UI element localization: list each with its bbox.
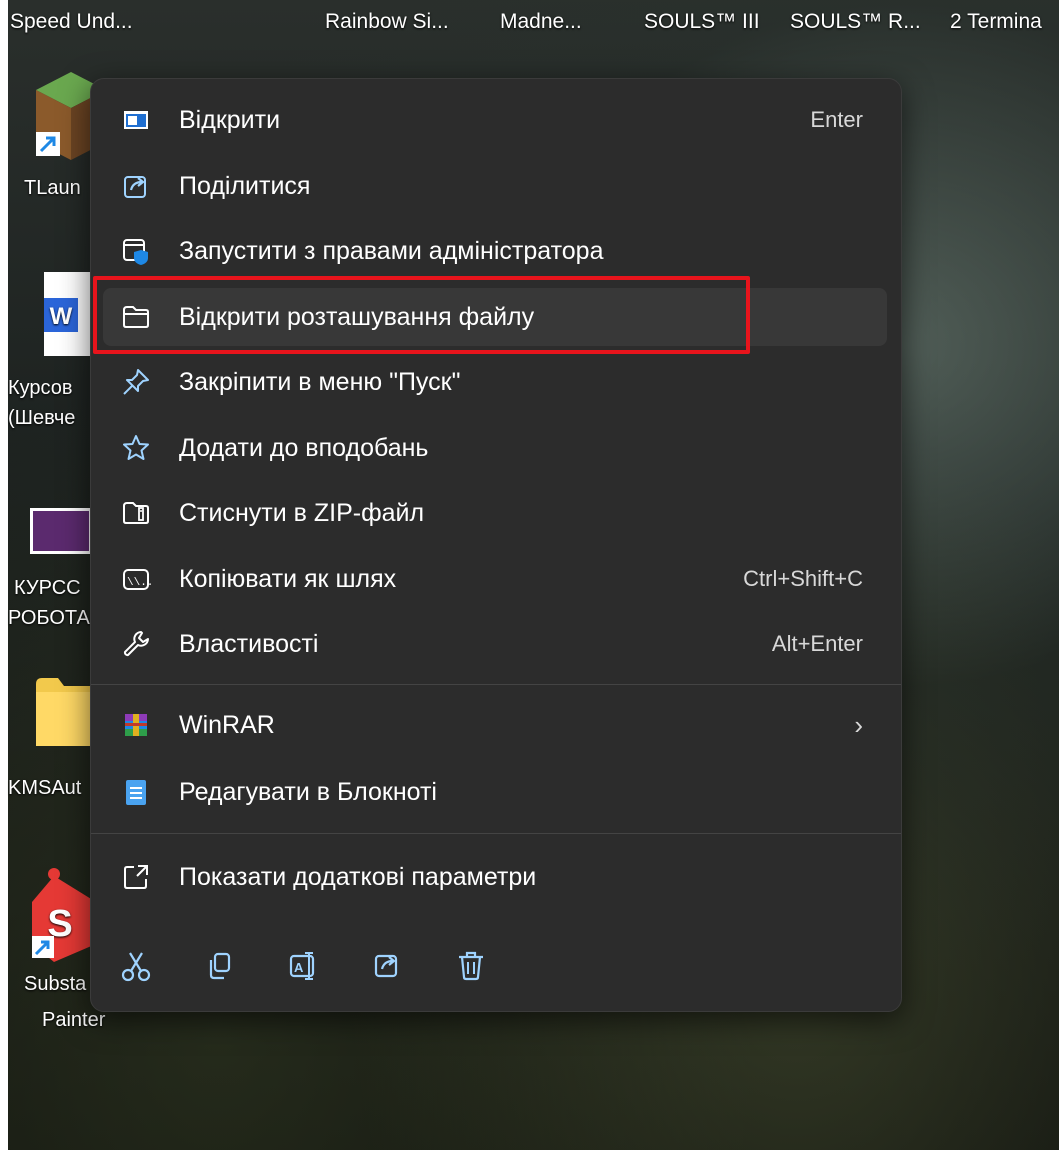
- menu-item-label: Закріпити в меню "Пуск": [179, 368, 461, 396]
- cut-button[interactable]: [111, 941, 161, 991]
- desktop-icon-label: Painter: [42, 1009, 106, 1031]
- folder-icon: [36, 678, 92, 746]
- menu-item-label: Відкрити: [179, 106, 281, 134]
- desktop-icon-label: Substa: [24, 973, 87, 995]
- top-window-titles: Speed Und... Rainbow Si... Madne... SOUL…: [0, 0, 1059, 40]
- cut-icon: [121, 952, 151, 982]
- copy-icon: [209, 952, 231, 980]
- menu-item-properties[interactable]: Властивості Alt+Enter: [103, 615, 887, 673]
- desktop-icon-label: РОБОТА: [8, 607, 90, 629]
- svg-text:\\..: \\..: [127, 577, 151, 589]
- delete-icon: [459, 951, 483, 981]
- window-title[interactable]: 2 Termina: [950, 10, 1042, 34]
- window-title[interactable]: SOULS™ R...: [790, 10, 921, 34]
- delete-button[interactable]: [447, 941, 497, 991]
- menu-item-shortcut: Enter: [810, 107, 863, 132]
- open-window-icon: [124, 111, 148, 129]
- menu-item-shortcut: Alt+Enter: [771, 631, 863, 656]
- desktop-icon-label: KMSAut: [8, 777, 82, 799]
- window-title[interactable]: Madne...: [500, 10, 582, 34]
- copy-button[interactable]: [195, 941, 245, 991]
- red-highlight-annotation: [93, 276, 750, 354]
- menu-item-label: Показати додаткові параметри: [179, 863, 537, 891]
- menu-item-share[interactable]: Поділитися: [103, 157, 887, 215]
- menu-item-add-to-favorites[interactable]: Додати до вподобань: [103, 419, 887, 477]
- chevron-right-icon: ›: [854, 710, 863, 740]
- pin-icon: [123, 369, 149, 395]
- copy-path-icon: \\..: [123, 569, 151, 590]
- share-icon: [374, 954, 398, 978]
- menu-item-label: Стиснути в ZIP-файл: [179, 499, 425, 527]
- menu-item-edit-in-notepad[interactable]: Редагувати в Блокноті: [103, 763, 887, 821]
- svg-text:W: W: [50, 303, 73, 330]
- menu-item-compress-zip[interactable]: Стиснути в ZIP-файл: [103, 484, 887, 542]
- zip-folder-icon: [123, 502, 149, 524]
- menu-item-label: Поділитися: [179, 172, 311, 200]
- menu-item-label: Додати до вподобань: [179, 434, 429, 462]
- star-icon: [123, 435, 149, 460]
- desktop-icon-label: Курсов: [8, 377, 73, 399]
- menu-item-pin-to-start[interactable]: Закріпити в меню "Пуск": [103, 353, 887, 411]
- desktop-icon-label: TLaun: [24, 177, 81, 199]
- rename-button[interactable]: A: [279, 941, 329, 991]
- rename-icon: A: [289, 952, 315, 980]
- winrar-icon: [125, 714, 147, 736]
- window-title[interactable]: SOULS™ III: [644, 10, 760, 34]
- substance-painter-icon: S: [32, 868, 96, 962]
- share-icon: [124, 176, 146, 198]
- svg-text:A: A: [294, 960, 304, 975]
- menu-item-label: Властивості: [179, 630, 319, 658]
- menu-separator: [91, 833, 901, 834]
- menu-item-copy-as-path[interactable]: \\.. Копіювати як шлях Ctrl+Shift+C: [103, 550, 887, 608]
- more-options-icon: [124, 865, 148, 889]
- presentation-thumbnail-icon: [30, 508, 92, 554]
- window-title[interactable]: Speed Und...: [10, 10, 133, 34]
- desktop-icon-label: КУРСС: [14, 577, 81, 599]
- quick-actions-bar: A: [111, 941, 511, 991]
- context-menu: Відкрити Enter Поділитися Запустити з пр…: [90, 78, 902, 1012]
- desktop-icon-label: (Шевче: [8, 407, 76, 429]
- menu-item-open[interactable]: Відкрити Enter: [103, 91, 887, 149]
- menu-item-label: Редагувати в Блокноті: [179, 778, 437, 806]
- menu-item-label: WinRAR: [179, 711, 275, 739]
- menu-item-label: Запустити з правами адміністратора: [179, 237, 604, 265]
- share-button[interactable]: [363, 941, 413, 991]
- menu-item-winrar[interactable]: WinRAR ›: [103, 696, 887, 754]
- wrench-icon: [123, 631, 149, 657]
- menu-item-label: Копіювати як шлях: [179, 565, 397, 593]
- menu-item-show-more-options[interactable]: Показати додаткові параметри: [103, 848, 887, 906]
- menu-separator: [91, 684, 901, 685]
- admin-shield-icon: [123, 239, 148, 265]
- menu-item-run-as-admin[interactable]: Запустити з правами адміністратора: [103, 222, 887, 280]
- window-title[interactable]: Rainbow Si...: [325, 10, 449, 34]
- notepad-icon: [126, 780, 146, 805]
- menu-item-shortcut: Ctrl+Shift+C: [743, 566, 863, 591]
- word-document-icon: W: [44, 272, 94, 356]
